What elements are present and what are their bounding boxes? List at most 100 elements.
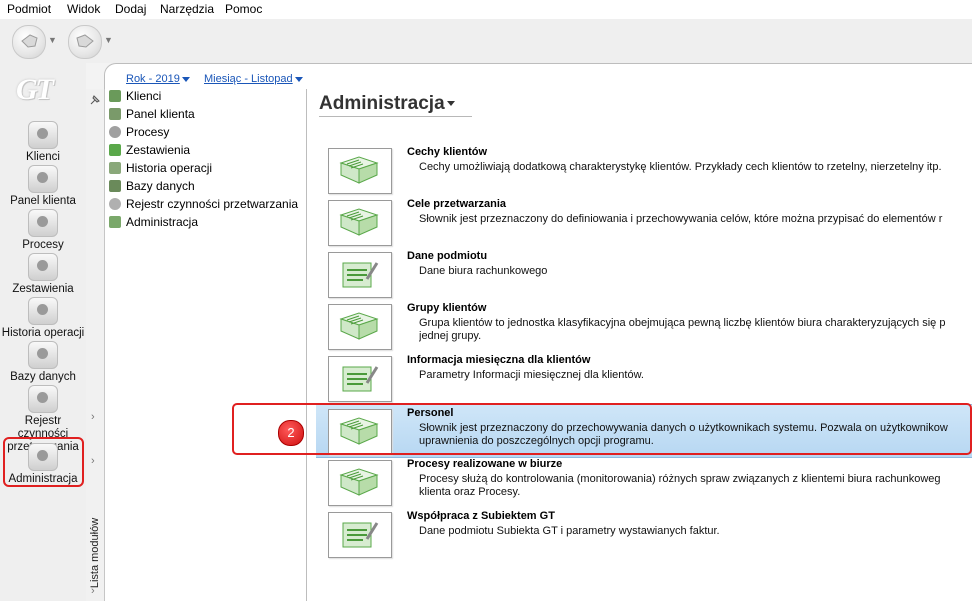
main-frame: Rok - 2019 Miesiąc - Listopad › › › List… xyxy=(86,63,972,601)
item-description: Dane podmiotu Subiekta GT i parametry wy… xyxy=(419,525,720,537)
item-title: Współpraca z Subiektem GT xyxy=(407,510,555,522)
back-dropdown-icon[interactable]: ▼ xyxy=(48,35,57,45)
menu-podmiot[interactable]: Podmiot xyxy=(7,0,51,16)
highlight-administracja xyxy=(3,437,84,487)
database-icon xyxy=(109,180,121,192)
tree-item-rejestr[interactable]: Rejestr czynności przetwarzania xyxy=(109,197,298,215)
tree-item-label: Panel klienta xyxy=(126,107,195,121)
module-zestawienia[interactable]: Zestawienia xyxy=(0,253,86,296)
item-description: Słownik jest przeznaczony do definiowani… xyxy=(419,213,943,225)
book-icon xyxy=(328,304,392,350)
list-item-wspolpraca-subiekt[interactable]: Współpraca z Subiektem GT Dane podmiotu … xyxy=(316,508,972,560)
title-underline xyxy=(319,116,472,117)
step-badge-2: 2 xyxy=(278,420,304,446)
item-title: Dane podmiotu xyxy=(407,250,488,262)
menu-pomoc[interactable]: Pomoc xyxy=(225,0,262,16)
tree-item-historia[interactable]: Historia operacji xyxy=(109,161,212,179)
module-tree: Klienci Panel klienta Procesy Zestawieni… xyxy=(105,89,307,601)
tree-item-label: Historia operacji xyxy=(126,161,213,175)
list-item-procesy-w-biurze[interactable]: Procesy realizowane w biurze Procesy słu… xyxy=(316,456,972,508)
tree-item-zestawienia[interactable]: Zestawienia xyxy=(109,143,190,161)
menu-widok[interactable]: Widok xyxy=(67,0,100,16)
chevron-right-icon[interactable]: › xyxy=(91,411,95,423)
page-title[interactable]: Administracja xyxy=(319,93,455,115)
tree-item-label: Klienci xyxy=(126,89,162,103)
tree-item-label: Administracja xyxy=(126,215,199,229)
module-label: Bazy danych xyxy=(10,371,76,383)
tree-item-klienci[interactable]: Klienci xyxy=(109,89,161,107)
tree-item-label: Zestawienia xyxy=(126,143,191,157)
module-list-label: Lista modułów xyxy=(89,517,101,589)
period-bar: Rok - 2019 Miesiąc - Listopad xyxy=(104,63,972,90)
page-title-text: Administracja xyxy=(319,93,445,114)
book-icon xyxy=(328,148,392,194)
chevron-down-icon xyxy=(446,101,455,107)
module-panel-klienta[interactable]: Panel klienta xyxy=(0,165,86,208)
register-icon xyxy=(109,198,121,210)
person-icon xyxy=(109,90,121,102)
back-button[interactable] xyxy=(12,25,46,59)
history-icon xyxy=(109,162,121,174)
pin-icon[interactable] xyxy=(88,93,102,107)
item-description: Cechy umożliwiają dodatkową charakteryst… xyxy=(419,161,942,173)
module-label: Historia operacji xyxy=(1,327,85,339)
module-label: Panel klienta xyxy=(10,195,76,207)
tree-item-label: Procesy xyxy=(126,125,170,139)
module-label: Klienci xyxy=(26,151,60,163)
list-item-cechy-klientow[interactable]: Cechy klientów Cechy umożliwiają dodatko… xyxy=(316,144,972,196)
tree-item-administracja[interactable]: Administracja xyxy=(109,215,198,233)
toolbar: ▼ ▼ xyxy=(0,19,972,63)
tree-item-label: Bazy danych xyxy=(126,179,195,193)
menu-dodaj[interactable]: Dodaj xyxy=(115,0,146,16)
month-selector[interactable]: Miesiąc - Listopad xyxy=(204,73,303,85)
item-description: Procesy służą do kontrolowania (monitoro… xyxy=(419,473,941,498)
year-label: Rok - 2019 xyxy=(126,73,180,85)
item-title: Grupy klientów xyxy=(407,302,487,314)
module-klienci[interactable]: Klienci xyxy=(0,121,86,164)
tree-item-panel-klienta[interactable]: Panel klienta xyxy=(109,107,195,125)
book-icon xyxy=(328,200,392,246)
form-icon xyxy=(328,356,392,402)
year-selector[interactable]: Rok - 2019 xyxy=(126,73,190,85)
list-item-dane-podmiotu[interactable]: Dane podmiotu Dane biura rachunkowego xyxy=(316,248,972,300)
item-description: Dane biura rachunkowego xyxy=(419,265,548,277)
item-title: Informacja miesięczna dla klientów xyxy=(407,354,591,366)
person-panel-icon xyxy=(109,108,121,120)
module-historia-operacji[interactable]: Historia operacji xyxy=(0,297,86,340)
form-icon xyxy=(328,252,392,298)
module-procesy[interactable]: Procesy xyxy=(0,209,86,252)
module-bazy-danych[interactable]: Bazy danych xyxy=(0,341,86,384)
admin-icon xyxy=(109,216,121,228)
module-bar: GT Klienci Panel klienta Procesy Zestawi… xyxy=(0,63,86,601)
report-icon xyxy=(109,144,121,156)
module-list-strip[interactable]: › › › Lista modułów xyxy=(86,89,105,601)
list-item-cele-przetwarzania[interactable]: Cele przetwarzania Słownik jest przeznac… xyxy=(316,196,972,248)
database-icon xyxy=(28,341,58,369)
register-icon xyxy=(28,385,58,413)
chevron-down-icon xyxy=(294,76,303,82)
module-label: Zestawienia xyxy=(12,283,74,295)
chevron-right-icon[interactable]: › xyxy=(91,455,95,467)
item-description: Parametry Informacji miesięcznej dla kli… xyxy=(419,369,644,381)
person-icon xyxy=(28,121,58,149)
module-label: Procesy xyxy=(22,239,64,251)
item-title: Cechy klientów xyxy=(407,146,488,158)
content-panel: Administracja Cechy klientów Cechy umożl… xyxy=(307,89,972,601)
gears-icon xyxy=(28,209,58,237)
tree-item-bazy-danych[interactable]: Bazy danych xyxy=(109,179,195,197)
menu-narzedzia[interactable]: Narzędzia xyxy=(160,0,214,16)
forward-dropdown-icon[interactable]: ▼ xyxy=(104,35,113,45)
item-title: Procesy realizowane w biurze xyxy=(407,458,563,470)
report-icon xyxy=(28,253,58,281)
forward-button[interactable] xyxy=(68,25,102,59)
forward-arrow-icon xyxy=(76,34,94,48)
list-item-informacja-miesieczna[interactable]: Informacja miesięczna dla klientów Param… xyxy=(316,352,972,404)
item-description: Grupa klientów to jednostka klasyfikacyj… xyxy=(419,317,946,342)
month-label: Miesiąc - Listopad xyxy=(204,73,293,85)
menu-bar: Podmiot Widok Dodaj Narzędzia Pomoc xyxy=(0,0,972,19)
person-panel-icon xyxy=(28,165,58,193)
list-item-grupy-klientow[interactable]: Grupy klientów Grupa klientów to jednost… xyxy=(316,300,972,352)
back-arrow-icon xyxy=(21,34,38,48)
tree-item-procesy[interactable]: Procesy xyxy=(109,125,169,143)
chevron-down-icon xyxy=(181,76,190,82)
